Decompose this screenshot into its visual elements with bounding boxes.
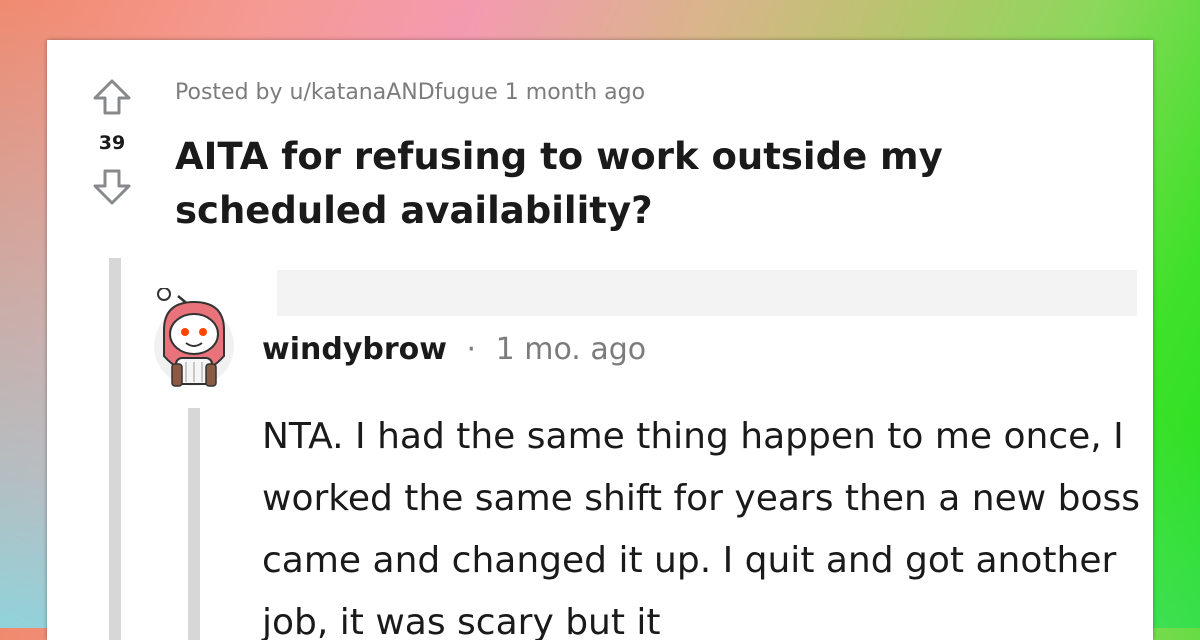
vote-column: 39 [92, 78, 132, 206]
downvote-arrow-icon[interactable] [92, 168, 132, 206]
comment-header: windybrow · 1 mo. ago [262, 332, 646, 367]
comment-time[interactable]: 1 mo. ago [496, 332, 647, 367]
comment-collapse-line[interactable] [188, 408, 200, 640]
comment-author[interactable]: windybrow [262, 332, 447, 367]
thread-collapse-line[interactable] [109, 258, 121, 640]
post-card: 39 Posted by u/katanaANDfugue 1 month ag… [47, 40, 1153, 640]
comment-separator: · [466, 332, 477, 367]
post-meta[interactable]: Posted by u/katanaANDfugue 1 month ago [175, 80, 645, 105]
faint-overlay [277, 270, 1137, 316]
snoo-avatar-icon[interactable] [150, 287, 238, 392]
post-title[interactable]: AITA for refusing to work outside my sch… [175, 130, 1135, 238]
vote-score: 39 [98, 132, 126, 154]
upvote-arrow-icon[interactable] [92, 78, 132, 116]
comment-body: NTA. I had the same thing happen to me o… [262, 416, 1140, 640]
